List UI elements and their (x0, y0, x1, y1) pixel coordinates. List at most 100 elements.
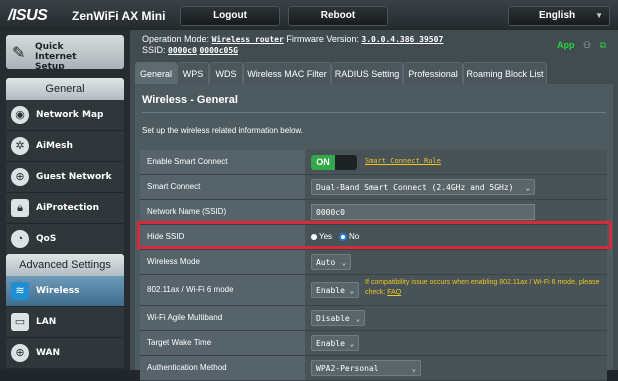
ssid-5g-link[interactable]: 0000c05G (199, 46, 238, 55)
tab-professional[interactable]: Professional (403, 62, 463, 85)
general-section-header: General (6, 78, 124, 100)
select-value: Auto (316, 258, 336, 267)
title-divider (142, 112, 606, 113)
operation-mode-link[interactable]: Wireless router (212, 35, 284, 44)
tab-radius-setting[interactable]: RADIUS Setting (331, 62, 403, 85)
sidebar-item-label: Wireless (36, 286, 80, 296)
ssid-input[interactable]: 0000c0 (311, 204, 535, 220)
chevron-down-icon: ⌄ (355, 315, 360, 323)
sidebar-item-label: QoS (36, 234, 57, 244)
twt-select[interactable]: Enable ⌄ (311, 335, 359, 351)
advanced-section-header: Advanced Settings (6, 254, 124, 276)
tab-wds[interactable]: WDS (209, 62, 243, 85)
sidebar-item-wan[interactable]: ⊕ WAN (6, 338, 124, 369)
language-label: English (539, 10, 576, 21)
tab-general[interactable]: General (135, 62, 177, 85)
wand-icon: ✎ (12, 45, 26, 62)
row-ax-mode: 802.11ax / Wi-Fi 6 mode Enable ⌄ If comp… (140, 275, 607, 306)
select-value: WPA2-Personal (316, 364, 379, 373)
faq-link[interactable]: FAQ (387, 289, 401, 296)
row-label: Wi-Fi Agile Multiband (140, 306, 305, 330)
users-icon[interactable]: ⚇ (583, 40, 591, 50)
wan-icon: ⊕ (11, 344, 29, 362)
row-agile-multiband: Wi-Fi Agile Multiband Disable ⌄ (140, 306, 607, 331)
row-value: Auto ⌄ (305, 250, 607, 274)
row-value: Enable ⌄ If compatibility issue occurs w… (305, 275, 607, 305)
auth-method-select[interactable]: WPA2-Personal ⌄ (311, 360, 421, 376)
row-label: Authentication Method (140, 356, 305, 380)
chevron-down-icon: ⌄ (349, 340, 354, 348)
select-value: Enable (316, 339, 345, 348)
top-bar: /ISUS ZenWiFi AX Mini Logout Reboot Engl… (0, 0, 618, 30)
select-value: Enable (316, 286, 345, 295)
row-label: Smart Connect (140, 175, 305, 199)
sidebar-item-network-map[interactable]: ◉ Network Map (6, 100, 124, 131)
network-map-icon: ◉ (11, 106, 29, 124)
reboot-button[interactable]: Reboot (288, 6, 388, 26)
row-auth-method: Authentication Method WPA2-Personal ⌄ (140, 356, 607, 381)
smart-connect-rule-link[interactable]: Smart Connect Rule (365, 157, 441, 165)
chevron-down-icon: ⌄ (349, 287, 354, 295)
page-title: Wireless - General (142, 94, 238, 106)
ssid-24g-link[interactable]: 0000c0 (168, 46, 197, 55)
sidebar-item-qos[interactable]: ◔ QoS (6, 224, 124, 255)
toggle-on-label: ON (311, 155, 335, 170)
language-select[interactable]: English ▼ (508, 6, 610, 26)
operation-mode-label: Operation Mode: (142, 34, 210, 44)
lan-icon: ▭ (11, 313, 29, 331)
sidebar: ✎ Quick Internet Setup General ◉ Network… (0, 30, 130, 370)
hide-ssid-highlight (137, 221, 612, 249)
main-panel: Operation Mode: Wireless router Firmware… (130, 30, 618, 381)
row-value: WPA2-Personal ⌄ (305, 356, 607, 380)
row-label: Wireless Mode (140, 250, 305, 274)
sidebar-item-label: AiMesh (36, 141, 73, 151)
wireless-mode-select[interactable]: Auto ⌄ (311, 254, 351, 270)
sidebar-item-guest-network[interactable]: ⊕ Guest Network (6, 162, 124, 193)
app-info: App ⚇ ⧉ (557, 40, 606, 51)
row-value: ON Smart Connect Rule (305, 150, 607, 174)
tab-wps[interactable]: WPS (177, 62, 209, 85)
smart-connect-select[interactable]: Dual-Band Smart Connect (2.4GHz and 5GHz… (311, 179, 535, 195)
guest-network-icon: ⊕ (11, 168, 29, 186)
row-smart-connect: Smart Connect Dual-Band Smart Connect (2… (140, 175, 607, 200)
select-value: Dual-Band Smart Connect (2.4GHz and 5GHz… (316, 183, 514, 192)
row-label: 802.11ax / Wi-Fi 6 mode (140, 275, 305, 305)
sidebar-item-label: LAN (36, 317, 57, 327)
tab-wireless-mac-filter[interactable]: Wireless MAC Filter (243, 62, 331, 85)
page-description: Set up the wireless related information … (142, 126, 303, 135)
sidebar-item-aiprotection[interactable]: 🔒︎ AiProtection (6, 193, 124, 224)
sidebar-item-aimesh[interactable]: ✲ AiMesh (6, 131, 124, 162)
sidebar-item-label: Network Map (36, 110, 104, 120)
sidebar-item-lan[interactable]: ▭ LAN (6, 307, 124, 338)
aiprotection-icon: 🔒︎ (11, 199, 29, 217)
chevron-down-icon: ⌄ (525, 184, 530, 192)
select-value: Disable (316, 314, 350, 323)
sidebar-item-wireless[interactable]: ≋ Wireless (6, 276, 124, 307)
row-label: Enable Smart Connect (140, 150, 305, 174)
qos-icon: ◔ (11, 230, 29, 248)
firmware-label: Firmware Version: (286, 34, 359, 44)
smart-connect-toggle[interactable]: ON (311, 155, 357, 170)
sidebar-item-label: AiProtection (36, 203, 99, 213)
aimesh-icon: ✲ (11, 137, 29, 155)
row-label: Target Wake Time (140, 331, 305, 355)
ax-compatibility-note: If compatibility issue occurs when enabl… (365, 278, 605, 298)
usb-icon[interactable]: ⧉ (600, 40, 606, 50)
router-status-info: Operation Mode: Wireless router Firmware… (142, 34, 443, 56)
asus-logo[interactable]: /ISUS (8, 7, 48, 25)
chevron-down-icon: ⌄ (411, 365, 416, 373)
app-link[interactable]: App (557, 40, 575, 50)
tab-roaming-block-list[interactable]: Roaming Block List (463, 62, 547, 85)
row-value: Disable ⌄ (305, 306, 607, 330)
firmware-link[interactable]: 3.0.0.4.386_39507 (361, 35, 443, 44)
agile-multiband-select[interactable]: Disable ⌄ (311, 310, 365, 326)
sidebar-item-label: WAN (36, 348, 61, 358)
logout-button[interactable]: Logout (180, 6, 280, 26)
ssid-label: SSID: (142, 45, 166, 55)
chevron-down-icon: ⌄ (341, 259, 346, 267)
quick-internet-setup-label: Quick Internet Setup (35, 42, 77, 72)
row-enable-smart-connect: Enable Smart Connect ON Smart Connect Ru… (140, 150, 607, 175)
ax-mode-select[interactable]: Enable ⌄ (311, 282, 359, 298)
row-value: Dual-Band Smart Connect (2.4GHz and 5GHz… (305, 175, 607, 199)
quick-internet-setup-button[interactable]: ✎ Quick Internet Setup (6, 35, 124, 72)
